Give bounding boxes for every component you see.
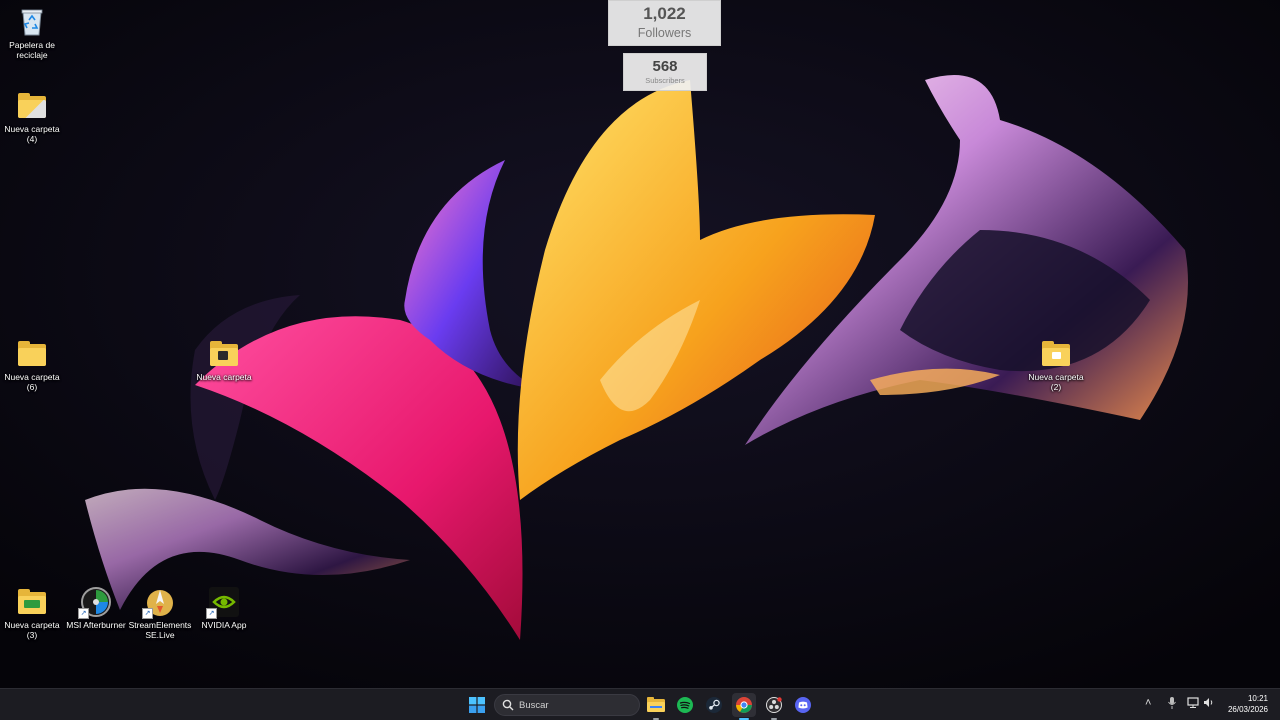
followers-caption: Followers: [637, 26, 692, 40]
obs-icon: [766, 697, 782, 713]
shortcut-arrow-icon: ↗: [78, 608, 89, 619]
folder-label: Nueva carpeta: [196, 372, 252, 382]
desktop-icon-folder-3[interactable]: Nueva carpeta (3): [0, 586, 64, 640]
folder-2-label: Nueva carpeta (2): [1028, 372, 1084, 392]
folder-icon: [16, 90, 48, 122]
folder-icon: [16, 586, 48, 618]
taskbar-search-box[interactable]: Buscar: [494, 694, 640, 716]
subscribers-caption: Subscribers: [645, 76, 685, 85]
show-hidden-icons-chevron-up-icon[interactable]: ˄: [1145, 697, 1151, 709]
subscribers-count: 568: [652, 58, 678, 75]
streamelements-label: StreamElements SE.Live: [128, 620, 192, 640]
nvidia-icon: ↗: [206, 586, 240, 619]
search-icon: [502, 699, 514, 711]
desktop-icon-recycle-bin[interactable]: Papelera de reciclaje: [0, 6, 64, 60]
steam-icon: [706, 697, 722, 713]
subscribers-counter-widget: 568 Subscribers: [623, 53, 707, 91]
spotify-icon: [677, 697, 693, 713]
recycle-bin-icon: [16, 6, 48, 38]
taskbar-obs[interactable]: [762, 693, 786, 720]
desktop-icon-streamelements[interactable]: ↗ StreamElements SE.Live: [128, 586, 192, 640]
clock-time: 10:21: [1247, 694, 1268, 703]
taskbar-steam[interactable]: [702, 693, 726, 717]
desktop-icon-folder-2[interactable]: Nueva carpeta (2): [1024, 338, 1088, 392]
recycle-bin-label: Papelera de reciclaje: [9, 40, 55, 60]
clock-date: 26/03/2026: [1227, 705, 1268, 714]
taskbar-file-explorer[interactable]: [644, 693, 668, 720]
folder-icon: [16, 338, 48, 370]
folder-3-label: Nueva carpeta (3): [4, 620, 60, 640]
taskbar-spotify[interactable]: [673, 693, 697, 717]
nvidia-app-label: NVIDIA App: [201, 620, 247, 630]
taskbar: Buscar ˄ 10:21 26/03/2026: [0, 688, 1280, 720]
shortcut-arrow-icon: ↗: [206, 608, 217, 619]
microphone-icon[interactable]: [1168, 697, 1176, 712]
desktop-icon-nvidia-app[interactable]: ↗ NVIDIA App: [192, 586, 256, 630]
shortcut-arrow-icon: ↗: [142, 608, 153, 619]
file-explorer-icon: [647, 697, 665, 712]
taskbar-clock[interactable]: 10:21 26/03/2026: [1228, 693, 1268, 715]
folder-4-label: Nueva carpeta (4): [4, 124, 60, 144]
taskbar-chrome[interactable]: [732, 693, 756, 720]
folder-icon: [1040, 338, 1072, 370]
followers-count: 1,022: [643, 4, 686, 23]
windows-start-icon: [469, 697, 485, 713]
chrome-icon: [736, 697, 752, 713]
msi-afterburner-label: MSI Afterburner: [66, 620, 126, 630]
msi-afterburner-icon: ↗: [78, 586, 112, 619]
network-icon[interactable]: [1187, 697, 1199, 711]
followers-counter-widget: 1,022 Followers: [608, 0, 721, 46]
folder-6-label: Nueva carpeta (6): [4, 372, 60, 392]
desktop-icon-msi-afterburner[interactable]: ↗ MSI Afterburner: [64, 586, 128, 630]
desktop-icon-folder-6[interactable]: Nueva carpeta (6): [0, 338, 64, 392]
folder-icon: [208, 338, 240, 370]
search-placeholder: Buscar: [519, 700, 549, 711]
start-button[interactable]: [465, 693, 489, 717]
desktop-icon-folder[interactable]: Nueva carpeta: [192, 338, 256, 382]
taskbar-discord[interactable]: [791, 693, 815, 717]
volume-icon[interactable]: [1203, 697, 1214, 711]
streamelements-icon: ↗: [142, 586, 176, 619]
discord-icon: [795, 697, 811, 713]
desktop-icon-folder-4[interactable]: Nueva carpeta (4): [0, 90, 64, 144]
